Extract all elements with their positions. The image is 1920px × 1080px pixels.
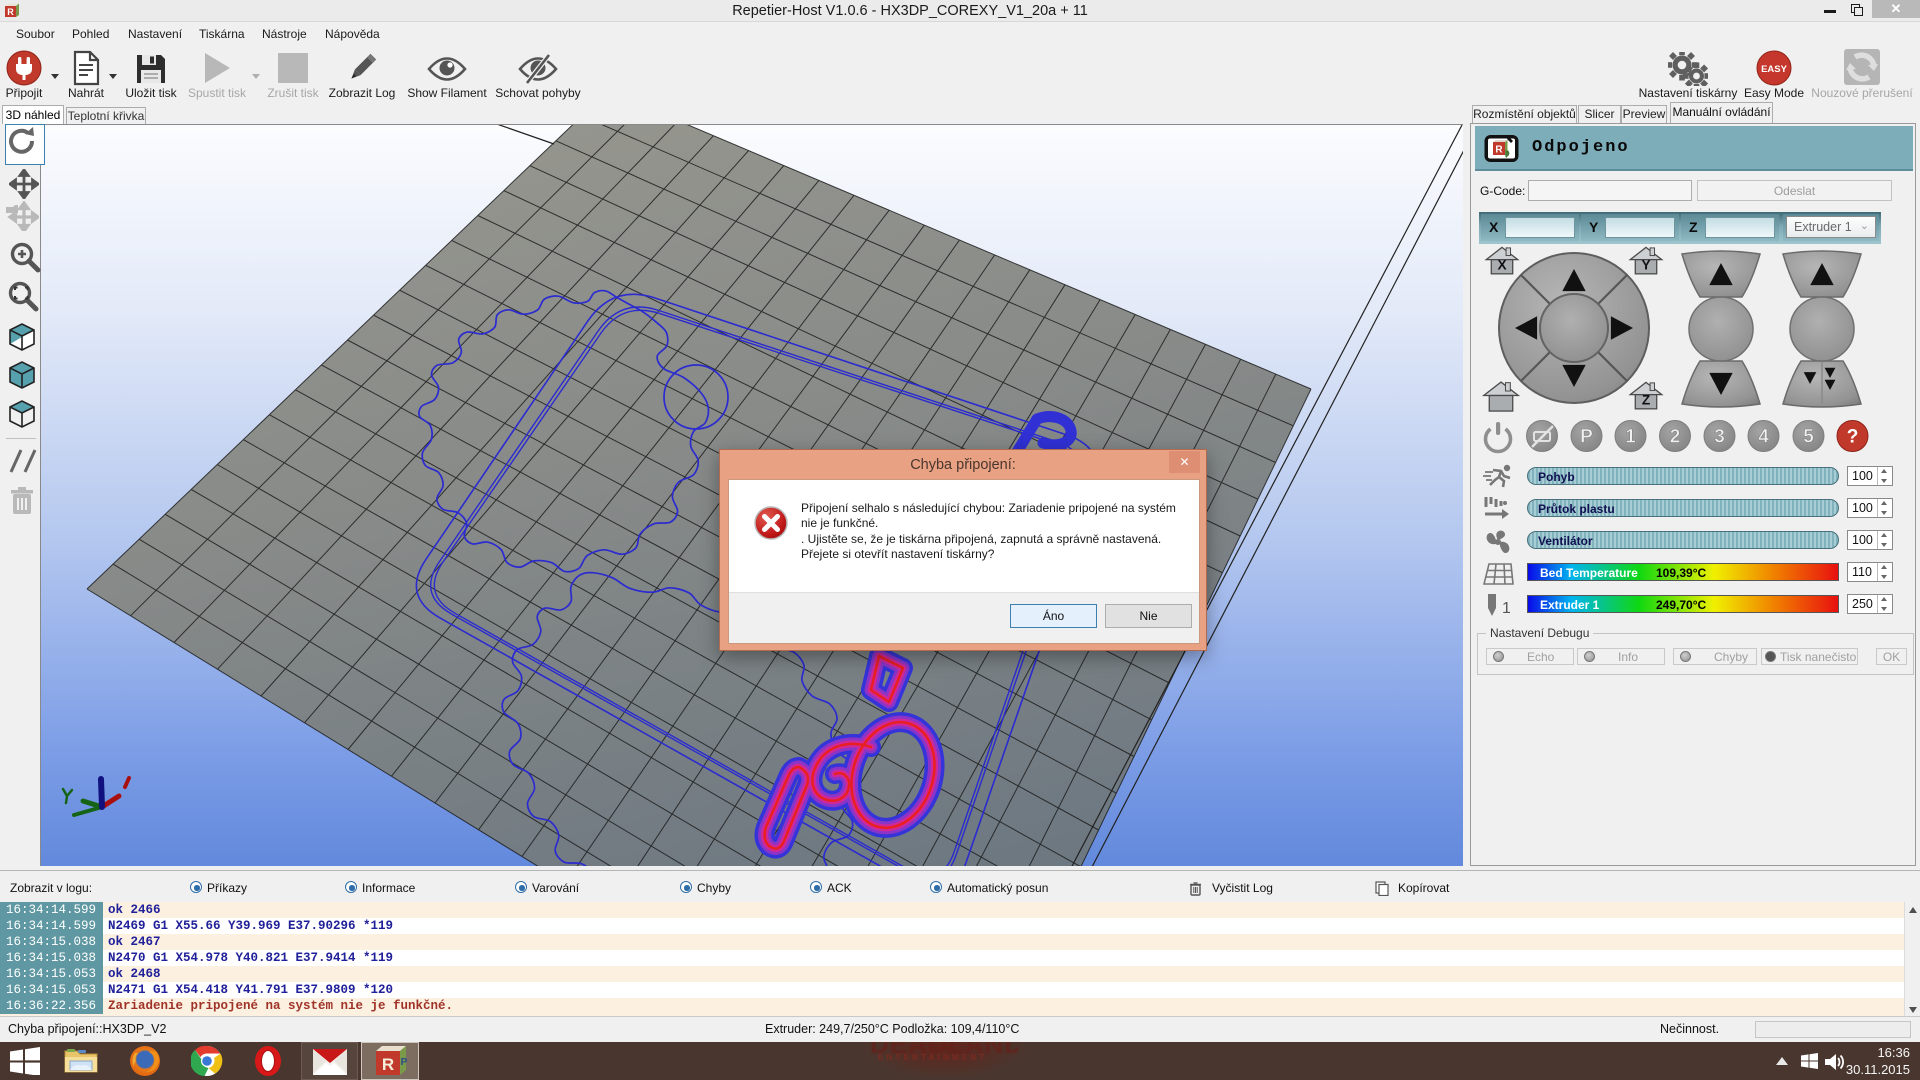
svg-text:?: ? [1847,427,1859,448]
svg-text:R: R [1495,145,1503,156]
svg-text:P: P [1580,427,1593,448]
svg-text:X: X [1497,258,1506,273]
svg-text:5: 5 [1803,427,1814,448]
svg-text:2: 2 [1670,427,1681,448]
svg-text:3: 3 [1714,427,1725,448]
svg-text:EASY: EASY [1761,64,1788,75]
svg-text:4: 4 [1758,427,1769,448]
svg-text:Z: Z [1642,393,1650,408]
svg-text:1: 1 [1502,600,1510,617]
svg-text:1: 1 [1625,427,1636,448]
svg-text:P: P [401,1057,408,1068]
svg-text:R: R [382,1055,394,1074]
svg-text:Y: Y [1641,258,1650,273]
